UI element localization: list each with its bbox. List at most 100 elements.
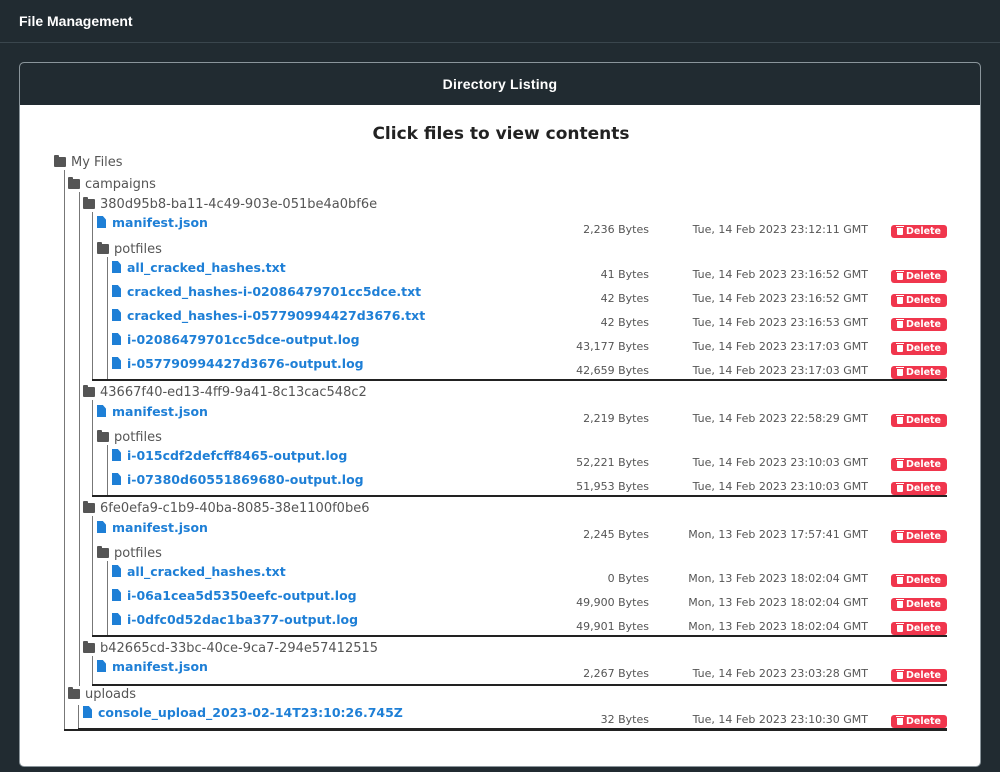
file-date: Mon, 13 Feb 2023 17:57:41 GMT	[688, 528, 868, 541]
tree-guide-line	[107, 257, 108, 379]
delete-button[interactable]: Delete	[891, 414, 947, 427]
file-link[interactable]: i-0dfc0d52dac1ba377-output.log	[112, 611, 358, 627]
group-divider	[92, 495, 947, 497]
tree-guide-line	[92, 516, 93, 635]
file-link[interactable]: cracked_hashes-i-02086479701cc5dce.txt	[112, 283, 421, 299]
folder-campaign-id[interactable]: 6fe0efa9-c1b9-40ba-8085-38e1100f0be6	[83, 500, 369, 516]
file-size: 42,659 Bytes	[576, 364, 649, 377]
folder-uploads[interactable]: uploads	[68, 686, 136, 702]
folder-potfiles-label: potfiles	[114, 241, 162, 257]
tree-guide-line	[92, 656, 93, 684]
file-name: console_upload_2023-02-14T23:10:26.745Z	[98, 704, 403, 720]
file-size: 32 Bytes	[600, 713, 649, 726]
card-subtitle: Click files to view contents	[372, 124, 630, 144]
file-icon	[112, 613, 121, 625]
delete-button[interactable]: Delete	[891, 294, 947, 307]
delete-button[interactable]: Delete	[891, 715, 947, 728]
file-size: 2,267 Bytes	[583, 667, 649, 680]
delete-label: Delete	[905, 716, 941, 727]
file-date: Tue, 14 Feb 2023 23:17:03 GMT	[692, 364, 868, 377]
file-name: cracked_hashes-i-02086479701cc5dce.txt	[127, 283, 422, 299]
delete-button[interactable]: Delete	[891, 342, 947, 355]
delete-button[interactable]: Delete	[891, 622, 947, 635]
file-name: all_cracked_hashes.txt	[127, 563, 286, 579]
delete-button[interactable]: Delete	[891, 270, 947, 283]
folder-icon	[97, 430, 109, 442]
file-icon	[97, 521, 106, 533]
folder-campaign-id[interactable]: 43667f40-ed13-4ff9-9a41-8c13cac548c2	[83, 384, 367, 400]
file-date: Tue, 14 Feb 2023 23:12:11 GMT	[692, 223, 868, 236]
group-divider	[92, 379, 947, 381]
file-icon	[97, 660, 106, 672]
folder-potfiles-label: potfiles	[114, 545, 162, 561]
folder-potfiles[interactable]: potfiles	[97, 241, 162, 257]
trash-icon	[895, 531, 904, 540]
delete-label: Delete	[905, 459, 941, 470]
file-link[interactable]: i-06a1cea5d5350eefc-output.log	[112, 587, 357, 603]
manifest-link[interactable]: manifest.json	[97, 658, 208, 674]
trash-icon	[895, 415, 904, 424]
file-name: manifest.json	[112, 403, 208, 419]
file-link[interactable]: all_cracked_hashes.txt	[112, 259, 286, 275]
top-navbar: File Management	[0, 0, 1000, 43]
manifest-link[interactable]: manifest.json	[97, 519, 208, 535]
delete-button[interactable]: Delete	[891, 318, 947, 331]
file-icon	[112, 565, 121, 577]
card-title: Directory Listing	[20, 63, 980, 105]
delete-button[interactable]: Delete	[891, 225, 947, 238]
folder-icon	[54, 155, 66, 167]
file-link[interactable]: i-02086479701cc5dce-output.log	[112, 331, 360, 347]
folder-uploads-label: uploads	[85, 686, 137, 702]
delete-button[interactable]: Delete	[891, 366, 947, 379]
folder-my-files[interactable]: My Files	[54, 154, 123, 170]
folder-campaigns[interactable]: campaigns	[68, 176, 156, 192]
file-size: 52,221 Bytes	[576, 456, 649, 469]
file-date: Tue, 14 Feb 2023 23:16:52 GMT	[692, 268, 868, 281]
delete-label: Delete	[905, 295, 941, 306]
file-name: manifest.json	[112, 214, 208, 230]
file-date: Tue, 14 Feb 2023 23:03:28 GMT	[692, 667, 868, 680]
delete-button[interactable]: Delete	[891, 482, 947, 495]
folder-icon	[68, 177, 80, 189]
folder-campaign-id[interactable]: 380d95b8-ba11-4c49-903e-051be4a0bf6e	[83, 196, 377, 212]
file-icon	[112, 333, 121, 345]
manifest-link[interactable]: manifest.json	[97, 214, 208, 230]
delete-button[interactable]: Delete	[891, 574, 947, 587]
delete-label: Delete	[905, 271, 941, 282]
delete-label: Delete	[905, 670, 941, 681]
folder-potfiles[interactable]: potfiles	[97, 429, 162, 445]
folder-potfiles-label: potfiles	[114, 429, 162, 445]
file-size: 49,901 Bytes	[576, 620, 649, 633]
file-name: i-07380d60551869680-output.log	[127, 471, 364, 487]
upload-file-link[interactable]: console_upload_2023-02-14T23:10:26.745Z	[83, 704, 403, 720]
group-divider	[92, 684, 947, 686]
file-size: 42 Bytes	[600, 316, 649, 329]
folder-icon	[97, 546, 109, 558]
file-date: Tue, 14 Feb 2023 22:58:29 GMT	[692, 412, 868, 425]
file-name: i-015cdf2defcff8465-output.log	[127, 447, 348, 463]
trash-icon	[895, 343, 904, 352]
delete-button[interactable]: Delete	[891, 669, 947, 682]
file-icon	[112, 309, 121, 321]
file-icon	[112, 357, 121, 369]
folder-potfiles[interactable]: potfiles	[97, 545, 162, 561]
file-icon	[83, 706, 92, 718]
file-link[interactable]: all_cracked_hashes.txt	[112, 563, 286, 579]
file-link[interactable]: cracked_hashes-i-057790994427d3676.txt	[112, 307, 425, 323]
trash-icon	[895, 623, 904, 632]
delete-label: Delete	[905, 343, 941, 354]
file-name: i-0dfc0d52dac1ba377-output.log	[127, 611, 359, 627]
tree-guide-line	[78, 705, 79, 730]
file-link[interactable]: i-015cdf2defcff8465-output.log	[112, 447, 347, 463]
file-size: 51,953 Bytes	[576, 480, 649, 493]
file-link[interactable]: i-07380d60551869680-output.log	[112, 471, 364, 487]
trash-icon	[895, 483, 904, 492]
folder-campaign-id[interactable]: b42665cd-33bc-40ce-9ca7-294e57412515	[83, 640, 378, 656]
delete-button[interactable]: Delete	[891, 530, 947, 543]
file-date: Tue, 14 Feb 2023 23:10:30 GMT	[692, 713, 868, 726]
manifest-link[interactable]: manifest.json	[97, 403, 208, 419]
file-link[interactable]: i-057790994427d3676-output.log	[112, 355, 364, 371]
file-size: 43,177 Bytes	[576, 340, 649, 353]
delete-button[interactable]: Delete	[891, 458, 947, 471]
delete-button[interactable]: Delete	[891, 598, 947, 611]
